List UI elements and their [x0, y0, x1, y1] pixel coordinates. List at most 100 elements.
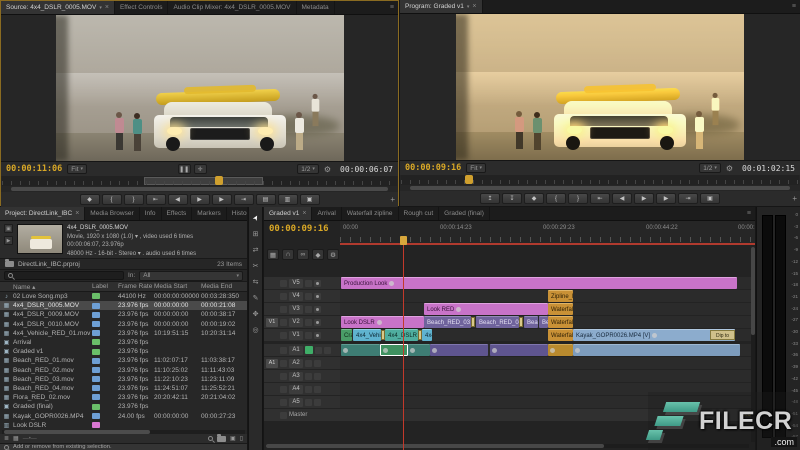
table-row[interactable]: ▦Beach_RED_03.mov23.976 fps11:22:10:2311…: [0, 375, 247, 384]
clip-4x4-dslr[interactable]: 4x4_DSLR: [385, 329, 418, 341]
mute-icon[interactable]: [305, 399, 312, 406]
zoom-level-select[interactable]: Fit▾: [67, 164, 87, 174]
label-chip[interactable]: [92, 385, 100, 391]
step-forward-button[interactable]: ▶: [212, 194, 232, 205]
slip-tool[interactable]: ⇆: [250, 277, 261, 287]
lock-icon[interactable]: [280, 332, 287, 339]
close-icon[interactable]: ×: [105, 4, 109, 11]
solo-icon[interactable]: [314, 386, 321, 393]
go-to-out-button[interactable]: ⇥: [234, 194, 254, 205]
audio-clip[interactable]: [548, 344, 573, 356]
mark-in-button[interactable]: {: [546, 193, 566, 204]
clip-beach-red-03[interactable]: Beach_RED_03: [424, 316, 471, 328]
track-output-icon[interactable]: [314, 319, 321, 326]
solo-icon[interactable]: [314, 399, 321, 406]
clip-4x4-vehicle[interactable]: 4x4_Vehic: [353, 329, 381, 341]
record-enable-icon[interactable]: [305, 346, 313, 354]
clip-beach-re[interactable]: Beach_RE: [524, 316, 538, 328]
audio-clip[interactable]: [573, 344, 740, 356]
track-label[interactable]: V4: [289, 292, 303, 301]
table-row[interactable]: ▦Flora_RED_02.mov23.976 fps20:20:42:1120…: [0, 393, 247, 402]
mute-icon[interactable]: [305, 373, 312, 380]
button-editor-plus[interactable]: +: [390, 195, 395, 204]
go-to-in-button[interactable]: ⇤: [590, 193, 610, 204]
clip-look-dslr[interactable]: Look DSLR: [341, 316, 424, 328]
tab-markers[interactable]: Markers: [192, 207, 226, 220]
preview-play-button[interactable]: ▶: [4, 236, 13, 245]
track-label[interactable]: V5: [289, 279, 303, 288]
settings-button[interactable]: ✛: [194, 164, 207, 174]
pen-tool[interactable]: ✎: [250, 293, 261, 303]
button-editor-plus[interactable]: +: [792, 194, 797, 203]
add-marker-button[interactable]: ◆: [80, 194, 100, 205]
extract-button[interactable]: ↧: [502, 193, 522, 204]
linked-selection-icon[interactable]: ∞: [297, 249, 309, 260]
track-label[interactable]: A4: [289, 385, 303, 394]
wrench-icon[interactable]: ⚙: [324, 165, 331, 174]
lock-icon[interactable]: [280, 373, 287, 380]
panel-menu-icon[interactable]: ≡: [743, 207, 755, 220]
panel-menu-icon[interactable]: ≡: [386, 1, 398, 14]
lift-button[interactable]: ↥: [480, 193, 500, 204]
program-playhead[interactable]: [465, 175, 473, 184]
source-patch-audio[interactable]: A1: [266, 359, 278, 368]
playback-button[interactable]: ❚❚: [178, 164, 191, 174]
icon-view-button[interactable]: ▦: [13, 435, 19, 442]
in-out-range[interactable]: [144, 177, 263, 185]
track-label[interactable]: A3: [289, 372, 303, 381]
mark-out-button[interactable]: }: [568, 193, 588, 204]
solo-icon[interactable]: [314, 360, 321, 367]
go-to-in-button[interactable]: ⇤: [146, 194, 166, 205]
table-row[interactable]: ▦Beach_RED_02.mov23.976 fps11:10:25:0211…: [0, 366, 247, 375]
lock-icon[interactable]: [280, 360, 287, 367]
preview-thumbnail[interactable]: [17, 224, 63, 254]
program-timecode[interactable]: 00:00:09:16: [405, 163, 461, 173]
panel-menu-icon[interactable]: ≡: [788, 0, 800, 13]
export-frame-button[interactable]: ▣: [300, 194, 320, 205]
sync-lock-icon[interactable]: [305, 319, 312, 326]
solo-icon[interactable]: [314, 373, 321, 380]
track-output-icon[interactable]: [314, 293, 321, 300]
audio-clip[interactable]: [430, 344, 488, 356]
tab-sequence-graded-v1[interactable]: Graded v1 ×: [264, 207, 312, 220]
transition-chip[interactable]: [519, 317, 523, 327]
timeline-settings-icon[interactable]: ⚙: [327, 249, 339, 260]
table-row[interactable]: ▦4x4_Vehicle_RED_01.mov23.976 fps10:19:5…: [0, 329, 247, 338]
dip-to-black-transition[interactable]: Dip to Black: [710, 330, 735, 340]
audio-clip[interactable]: [408, 344, 430, 356]
chevron-down-icon[interactable]: ▾: [467, 4, 470, 10]
track-output-icon[interactable]: [314, 306, 321, 313]
lock-icon[interactable]: [280, 319, 287, 326]
tab-media-browser[interactable]: Media Browser: [85, 207, 139, 220]
clip-zipline[interactable]: Zipline_R: [548, 290, 573, 302]
tab-sequence-arrival[interactable]: Arrival: [312, 207, 341, 220]
table-row[interactable]: ▣Graded v123.976 fps: [0, 347, 247, 356]
label-chip[interactable]: [92, 321, 100, 327]
track-select-tool[interactable]: ⊞: [250, 229, 261, 239]
tab-effect-controls[interactable]: Effect Controls: [115, 1, 169, 14]
clip-waterfall[interactable]: Waterfall: [548, 329, 573, 341]
find-icon[interactable]: [208, 436, 213, 441]
label-chip[interactable]: [92, 394, 100, 400]
add-marker-icon[interactable]: ◆: [312, 249, 324, 260]
lock-icon[interactable]: [280, 347, 287, 354]
lock-icon[interactable]: [280, 412, 287, 419]
track-label[interactable]: V2: [289, 318, 303, 327]
lock-icon[interactable]: [280, 386, 287, 393]
table-row[interactable]: ▦Beach_RED_04.mov23.976 fps11:24:51:0711…: [0, 384, 247, 393]
label-chip[interactable]: [92, 339, 100, 345]
label-chip[interactable]: [92, 312, 100, 318]
table-row[interactable]: ▥Look DSLR: [0, 421, 247, 430]
program-scrub-bar[interactable]: [401, 175, 799, 185]
audio-clip[interactable]: [341, 344, 380, 356]
label-chip[interactable]: [92, 404, 100, 410]
label-chip[interactable]: [92, 303, 100, 309]
table-row-selected[interactable]: ▦4x4_DSLR_0005.MOV23.976 fps00:00:00:000…: [0, 301, 247, 310]
sync-lock-icon[interactable]: [305, 306, 312, 313]
label-chip[interactable]: [92, 349, 100, 355]
clip-waterfall[interactable]: Waterfall: [548, 303, 573, 315]
add-marker-button[interactable]: ◆: [524, 193, 544, 204]
hand-tool[interactable]: ✥: [250, 309, 261, 319]
column-name[interactable]: Name ▴: [13, 283, 92, 291]
label-chip[interactable]: [92, 413, 100, 419]
